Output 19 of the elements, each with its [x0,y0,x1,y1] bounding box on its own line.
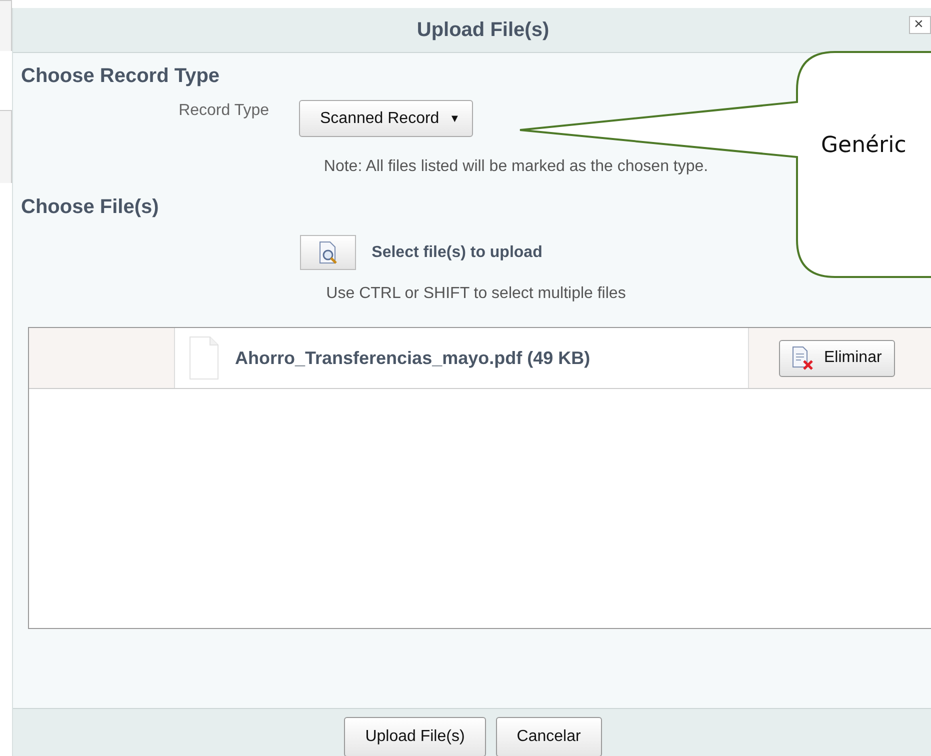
select-files-label: Select file(s) to upload [372,244,542,262]
note-text: Note: All files listed will be marked as the chosen type. [322,158,710,176]
field-label: Record Type [178,101,269,120]
document-delete-icon [790,346,814,370]
hint-text: Use CTRL or SHIFT to select multiple files [325,285,627,303]
browse-button[interactable] [300,235,356,270]
section-heading: Choose Record Type [21,65,221,88]
dialog-button[interactable]: Cancelar [496,716,602,756]
dialog-title: Upload File(s) [416,18,550,42]
document-magnifier-icon [316,240,339,264]
file-name: Ahorro_Transferencias_mayo.pdf (49 KB) [235,348,590,368]
file-icon [189,336,219,380]
caret-icon: ▼ [449,112,460,124]
dialog-button[interactable]: Upload File(s) [344,716,486,756]
callout-text: Genéric [821,133,906,158]
record-type-dropdown[interactable]: Scanned Record ▼ [299,100,474,137]
remove-button[interactable]: Eliminar [779,340,895,376]
close-button[interactable]: × [909,16,931,34]
section-heading: Choose File(s) [21,196,160,219]
